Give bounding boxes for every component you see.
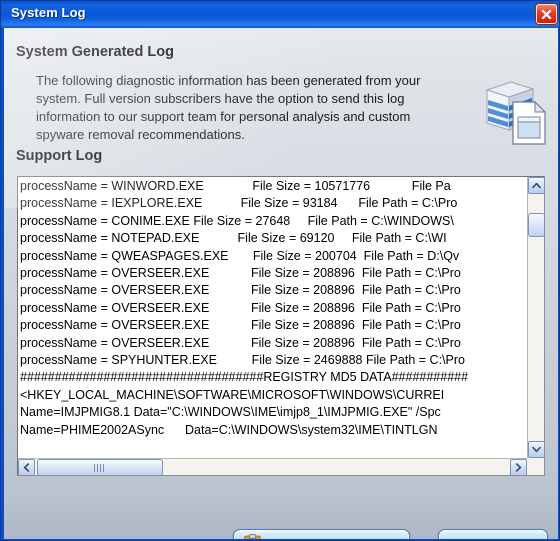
log-line: processName = SPYHUNTER.EXE File Size = … — [20, 353, 465, 368]
support-log-heading: Support Log — [16, 148, 103, 164]
log-line: processName = NOTEPAD.EXE File Size = 69… — [20, 231, 447, 246]
log-line: processName = OVERSEER.EXE File Size = 2… — [20, 335, 461, 350]
clipboard-icon — [244, 534, 261, 539]
scrollbar-corner — [527, 458, 544, 475]
cancel-button[interactable]: Cancel — [438, 529, 548, 539]
window-title: System Log — [11, 5, 86, 20]
log-vertical-scrollbar[interactable] — [527, 177, 544, 458]
copy-to-clipboard-label: Copy to Clipboard — [272, 537, 380, 539]
log-line: processName = WINWORD.EXE File Size = 10… — [20, 179, 451, 193]
system-log-dialog: System Log System Generated Log The foll… — [0, 0, 560, 541]
chevron-up-icon[interactable] — [528, 177, 544, 194]
log-text-content: processName = WINWORD.EXE File Size = 10… — [20, 178, 530, 458]
log-line: processName = OVERSEER.EXE File Size = 2… — [20, 283, 461, 298]
log-horizontal-scrollbar[interactable] — [18, 458, 527, 475]
log-line: processName = IEXPLORE.EXE File Size = 9… — [20, 196, 458, 211]
log-line: processName = OVERSEER.EXE File Size = 2… — [20, 318, 461, 333]
log-line: ###################################REGIS… — [20, 370, 469, 385]
support-log-textbox[interactable]: processName = WINWORD.EXE File Size = 10… — [17, 176, 545, 476]
chevron-down-icon[interactable] — [528, 441, 544, 458]
chevron-left-icon[interactable] — [18, 459, 35, 475]
log-line: <HKEY_LOCAL_MACHINE\SOFTWARE\MICROSOFT\W… — [20, 387, 445, 402]
log-line: processName = OVERSEER.EXE File Size = 2… — [20, 266, 461, 281]
chevron-right-icon[interactable] — [510, 459, 527, 475]
log-line: processName = QWEASPAGES.EXE File Size =… — [20, 248, 460, 263]
log-line: processName = OVERSEER.EXE File Size = 2… — [20, 300, 461, 315]
scroll-grip-icon — [94, 463, 106, 472]
server-document-icon — [477, 78, 551, 148]
title-bar[interactable]: System Log — [1, 1, 559, 28]
close-icon[interactable] — [536, 4, 557, 24]
cancel-label: Cancel — [472, 537, 514, 539]
log-horizontal-scroll-thumb[interactable] — [37, 459, 163, 475]
log-line: Name=IMJPMIG8.1 Data="C:\WINDOWS\IME\imj… — [20, 405, 441, 420]
intro-paragraph: The following diagnostic information has… — [36, 73, 421, 142]
log-line: processName = CONIME.EXE File Size = 276… — [20, 213, 454, 228]
generated-log-heading: System Generated Log — [16, 44, 174, 60]
copy-to-clipboard-button[interactable]: Copy to Clipboard — [233, 529, 410, 539]
dialog-body: System Generated Log The following diagn… — [4, 28, 558, 539]
log-line: Name=PHIME2002ASync Data=C:\WINDOWS\syst… — [20, 422, 438, 437]
log-vertical-scroll-thumb[interactable] — [528, 213, 544, 237]
